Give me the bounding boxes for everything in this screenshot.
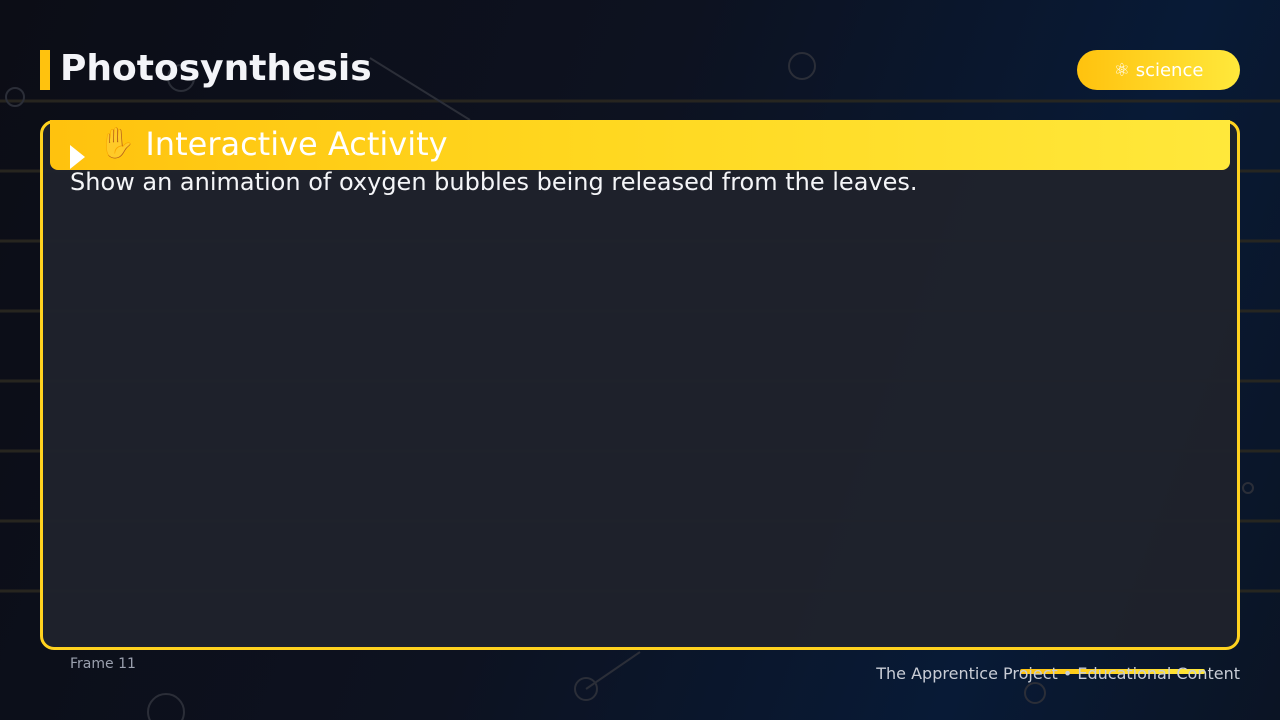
- page-title: Photosynthesis: [60, 48, 372, 89]
- frame-label: Frame 11: [70, 656, 136, 672]
- title-accent-bar: [40, 50, 50, 90]
- footer-credit: The Apprentice Project • Educational Con…: [876, 664, 1240, 683]
- subject-badge: ⚛ science: [1077, 50, 1240, 90]
- card-body-text: Show an animation of oxygen bubbles bein…: [70, 168, 918, 196]
- subject-badge-label: science: [1135, 59, 1204, 81]
- card-heading: ✋ Interactive Activity: [98, 122, 448, 166]
- content-card: [40, 120, 1240, 650]
- hand-icon: ✋: [98, 126, 136, 161]
- card-heading-label: Interactive Activity: [145, 125, 448, 163]
- atom-icon: ⚛: [1113, 59, 1130, 81]
